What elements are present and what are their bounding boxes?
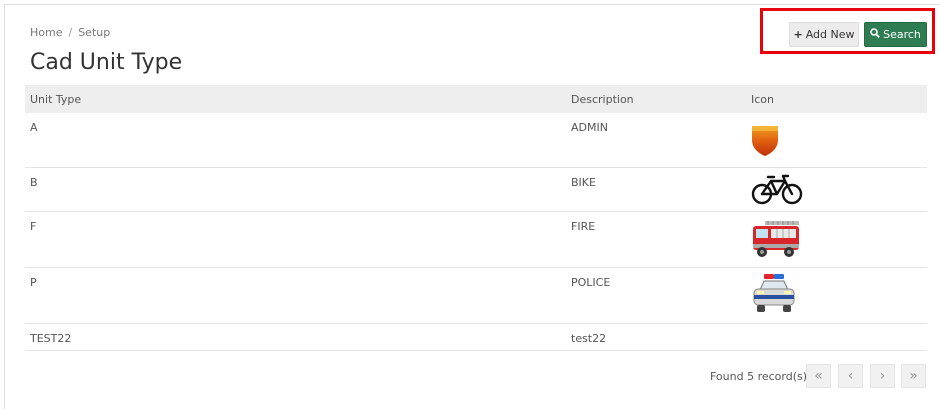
- magnifier-icon: [870, 28, 880, 41]
- column-header-icon: Icon: [751, 93, 774, 106]
- unit-type-cell: P: [30, 276, 37, 289]
- table-row[interactable]: TEST22 test22: [25, 324, 927, 351]
- breadcrumb-separator: /: [68, 26, 73, 39]
- search-button[interactable]: Search: [864, 22, 927, 47]
- pager-first-button[interactable]: «: [806, 364, 831, 388]
- table-row[interactable]: A ADMIN: [25, 113, 927, 168]
- breadcrumb-current: Setup: [78, 26, 111, 39]
- breadcrumb: Home / Setup: [30, 26, 110, 39]
- column-header-unit-type[interactable]: Unit Type: [30, 93, 81, 106]
- add-new-label: Add New: [805, 28, 855, 41]
- table-row[interactable]: P POLICE: [25, 268, 927, 324]
- cad-unit-type-table: Unit Type Description Icon A ADMIN B BIK…: [25, 85, 927, 351]
- breadcrumb-home-link[interactable]: Home: [30, 26, 62, 39]
- pager-last-button[interactable]: »: [901, 364, 926, 388]
- table-header: Unit Type Description Icon: [25, 85, 927, 113]
- table-row[interactable]: B BIKE: [25, 168, 927, 212]
- unit-type-cell: TEST22: [30, 332, 72, 345]
- description-cell: POLICE: [571, 276, 611, 289]
- description-cell: ADMIN: [571, 121, 608, 134]
- unit-type-cell: F: [30, 220, 37, 233]
- page-title: Cad Unit Type: [30, 50, 183, 75]
- add-new-button[interactable]: + Add New: [789, 22, 859, 47]
- description-cell: BIKE: [571, 176, 596, 189]
- description-cell: FIRE: [571, 220, 596, 233]
- column-header-description[interactable]: Description: [571, 93, 634, 106]
- bicycle-icon: [751, 173, 803, 208]
- table-row[interactable]: F FIRE: [25, 212, 927, 268]
- unit-type-cell: B: [30, 176, 38, 189]
- search-label: Search: [883, 28, 921, 41]
- pager-prev-button[interactable]: ‹: [838, 364, 863, 388]
- description-cell: test22: [571, 332, 607, 345]
- police-car-icon: [751, 273, 797, 320]
- plus-icon: +: [793, 28, 803, 41]
- fire-truck-icon: [751, 218, 801, 263]
- pager-next-button[interactable]: ›: [870, 364, 895, 388]
- shield-icon: [751, 125, 779, 160]
- unit-type-cell: A: [30, 121, 38, 134]
- record-count: Found 5 record(s): [710, 370, 808, 383]
